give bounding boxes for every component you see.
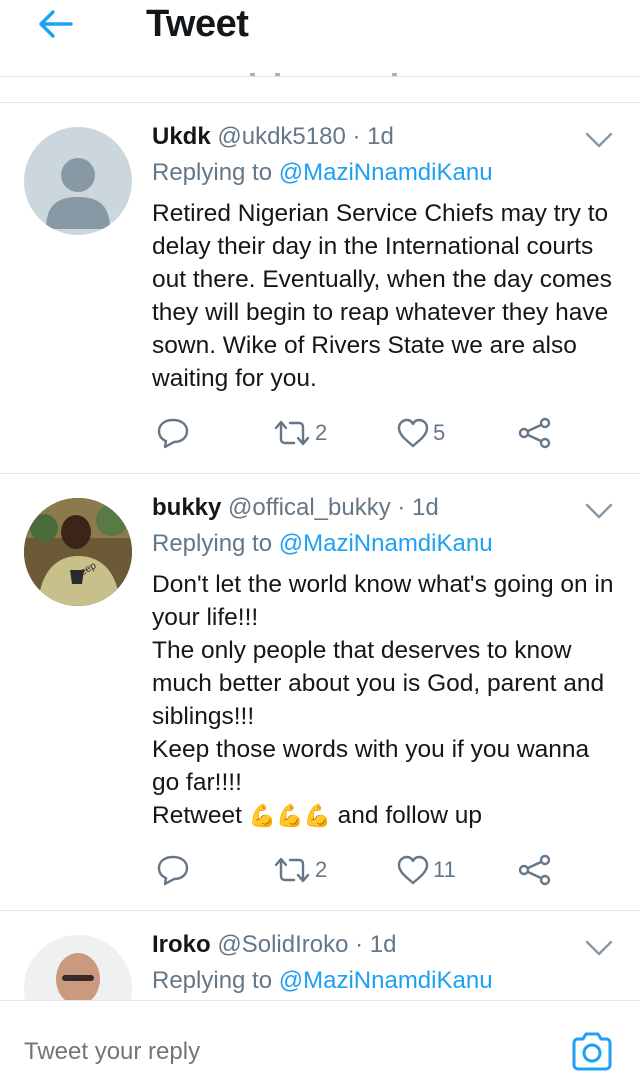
retweet-icon xyxy=(274,857,310,883)
reply-tweet[interactable]: Ukdk @ukdk5180 · 1d Replying to @MaziNna… xyxy=(0,103,640,473)
back-button[interactable] xyxy=(30,2,80,46)
reply-button[interactable] xyxy=(156,850,190,890)
reply-icon xyxy=(157,418,189,449)
timestamp: 1d xyxy=(367,123,394,150)
share-button[interactable] xyxy=(518,850,552,890)
user-handle[interactable]: @offical_bukky xyxy=(228,494,391,521)
mention-link[interactable]: @MaziNnamdiKanu xyxy=(279,530,493,557)
camera-icon xyxy=(572,1032,612,1071)
camera-button[interactable] xyxy=(570,1029,614,1073)
arrow-left-icon xyxy=(39,10,73,38)
tweet-text-line: Retweet 💪💪💪 and follow up xyxy=(152,799,622,832)
chevron-down-icon[interactable] xyxy=(584,501,614,521)
header-divider xyxy=(0,76,640,77)
retweet-count: 2 xyxy=(315,857,328,882)
tweet-header: Iroko @SolidIroko · 1d xyxy=(152,930,396,960)
chevron-down-icon[interactable] xyxy=(584,938,614,958)
user-handle[interactable]: @ukdk5180 xyxy=(217,123,345,150)
tweet-text-segment: Retweet xyxy=(152,802,249,829)
chevron-down-icon[interactable] xyxy=(584,130,614,150)
tweet-text-line: Keep those words with you if you wanna g… xyxy=(152,736,590,796)
like-button[interactable]: 5 xyxy=(396,413,445,453)
avatar[interactable] xyxy=(24,127,132,235)
separator-dot: · xyxy=(345,123,368,150)
page-title: Tweet xyxy=(146,3,249,45)
display-name[interactable]: Ukdk xyxy=(152,123,211,150)
reply-button[interactable] xyxy=(156,413,190,453)
share-button[interactable] xyxy=(518,413,552,453)
replying-to: Replying to @MaziNnamdiKanu xyxy=(152,966,493,996)
like-count: 5 xyxy=(433,420,446,445)
replying-to-label: Replying to xyxy=(152,967,279,994)
tweet-actions: 2 5 xyxy=(152,413,572,453)
replying-to: Replying to @MaziNnamdiKanu xyxy=(152,529,493,559)
top-bar: Tweet xyxy=(0,0,640,56)
tweet-header: bukky @offical_bukky · 1d xyxy=(152,493,439,523)
default-profile-icon xyxy=(46,158,110,229)
retweet-count: 2 xyxy=(315,420,328,445)
reply-input[interactable] xyxy=(24,1037,524,1067)
retweet-icon xyxy=(274,420,310,446)
reply-tweet[interactable]: Iroko @SolidIroko · 1d Replying to @Mazi… xyxy=(0,911,640,1000)
reply-composer xyxy=(0,1000,640,1081)
reply-icon xyxy=(157,855,189,886)
tweet-text-line: The only people that deserves to know mu… xyxy=(152,637,605,730)
tweet-text-segment: and follow up xyxy=(330,802,483,829)
timestamp: 1d xyxy=(369,931,397,958)
share-icon xyxy=(518,854,551,886)
avatar[interactable]: Jeep xyxy=(24,498,132,606)
like-button[interactable]: 11 xyxy=(396,850,456,890)
replying-to-label: Replying to xyxy=(152,530,279,557)
separator-dot: · xyxy=(348,931,370,958)
reply-tweet[interactable]: Jeep bukky @offical_bukky · 1d Replying … xyxy=(0,474,640,910)
heart-icon xyxy=(397,418,429,448)
tweet-text: Don't let the world know what's going on… xyxy=(152,568,622,832)
user-handle[interactable]: @SolidIroko xyxy=(217,931,348,958)
share-icon xyxy=(518,417,551,449)
mention-link[interactable]: @MaziNnamdiKanu xyxy=(279,967,493,994)
replying-to-label: Replying to xyxy=(152,159,279,186)
display-name[interactable]: Iroko xyxy=(152,931,211,958)
tweet-header: Ukdk @ukdk5180 · 1d xyxy=(152,122,394,152)
timestamp: 1d xyxy=(412,494,439,521)
like-count: 11 xyxy=(433,857,456,882)
retweet-button[interactable]: 2 xyxy=(272,850,327,890)
tweet-text: Retired Nigerian Service Chiefs may try … xyxy=(152,200,612,392)
retweet-button[interactable]: 2 xyxy=(272,413,327,453)
profile-photo-icon: Jeep xyxy=(24,498,132,606)
replying-to: Replying to @MaziNnamdiKanu xyxy=(152,158,493,188)
mention-link[interactable]: @MaziNnamdiKanu xyxy=(279,159,493,186)
avatar[interactable] xyxy=(24,935,132,1000)
tweet-text-line: Don't let the world know what's going on… xyxy=(152,571,614,631)
display-name[interactable]: bukky xyxy=(152,494,221,521)
tweet-actions: 2 11 xyxy=(152,850,572,890)
heart-icon xyxy=(397,855,429,885)
flexed-biceps-emoji: 💪💪💪 xyxy=(248,803,331,828)
profile-photo-icon xyxy=(24,935,132,1000)
separator-dot: · xyxy=(390,494,413,521)
